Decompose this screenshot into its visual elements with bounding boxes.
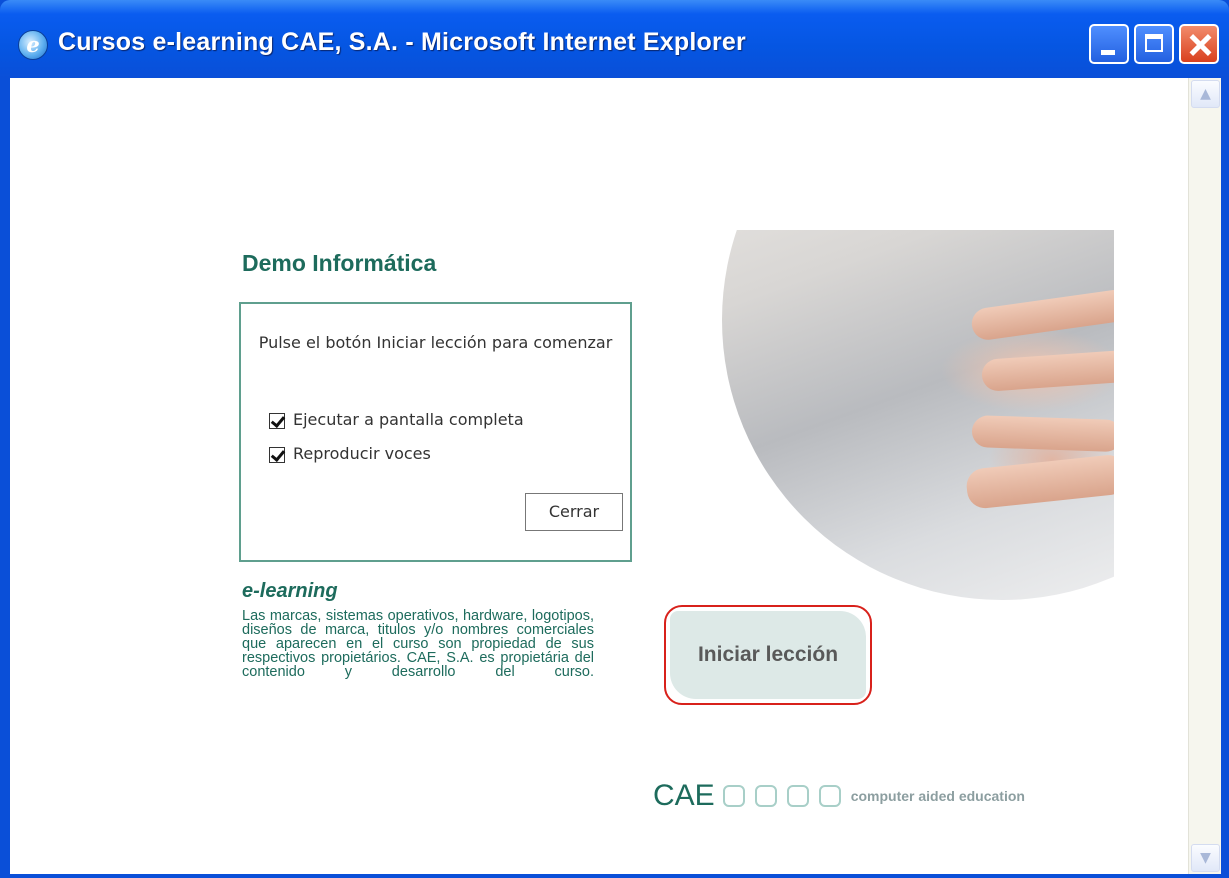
cae-brand: CAE — [653, 779, 715, 812]
start-lesson-label: Iniciar lección — [697, 643, 839, 666]
minimize-button[interactable] — [1089, 24, 1129, 64]
scroll-down-icon[interactable]: ▼ — [1191, 844, 1220, 872]
scroll-up-icon[interactable]: ▲ — [1191, 80, 1220, 108]
title-bar[interactable]: e Cursos e-learning CAE, S.A. - Microsof… — [0, 0, 1229, 78]
browser-window: e Cursos e-learning CAE, S.A. - Microsof… — [0, 0, 1229, 878]
logo-square-icon — [786, 785, 809, 807]
voices-checkbox[interactable] — [269, 446, 285, 463]
logo-square-icon — [818, 785, 841, 807]
fullscreen-option[interactable]: Ejecutar a pantalla completa — [269, 410, 524, 432]
voices-option[interactable]: Reproducir voces — [269, 444, 431, 466]
internet-explorer-icon[interactable]: e — [18, 30, 48, 60]
photo-finger — [971, 415, 1114, 453]
cae-tagline: computer aided education — [850, 788, 1025, 804]
close-button[interactable] — [1179, 24, 1219, 64]
dialog-message: Pulse el botón Iniciar lección para come… — [258, 333, 613, 352]
cae-logo: CAE computer aided education — [653, 779, 1025, 813]
hand-keyboard-photo — [722, 230, 1114, 602]
start-lesson-button[interactable]: Iniciar lección — [664, 605, 872, 705]
maximize-button[interactable] — [1134, 24, 1174, 64]
close-dialog-button[interactable]: Cerrar — [525, 493, 623, 531]
logo-square-icon — [754, 785, 777, 807]
vertical-scrollbar[interactable]: ▲ ▼ — [1188, 78, 1221, 874]
course-title: Demo Informática — [242, 250, 437, 276]
elearning-heading: e-learning — [242, 580, 338, 602]
window-title: Cursos e-learning CAE, S.A. - Microsoft … — [58, 28, 746, 56]
fullscreen-label: Ejecutar a pantalla completa — [293, 410, 524, 429]
photo-disc — [722, 230, 1114, 600]
browser-content: Demo Informática Pulse el botón Iniciar … — [10, 78, 1188, 874]
trademark-disclaimer: Las marcas, sistemas operativos, hardwar… — [242, 608, 594, 680]
start-dialog: Pulse el botón Iniciar lección para come… — [239, 302, 632, 562]
lesson-card: Demo Informática Pulse el botón Iniciar … — [112, 230, 1114, 823]
voices-label: Reproducir voces — [293, 444, 431, 463]
fullscreen-checkbox[interactable] — [269, 412, 285, 429]
logo-square-icon — [722, 785, 745, 807]
